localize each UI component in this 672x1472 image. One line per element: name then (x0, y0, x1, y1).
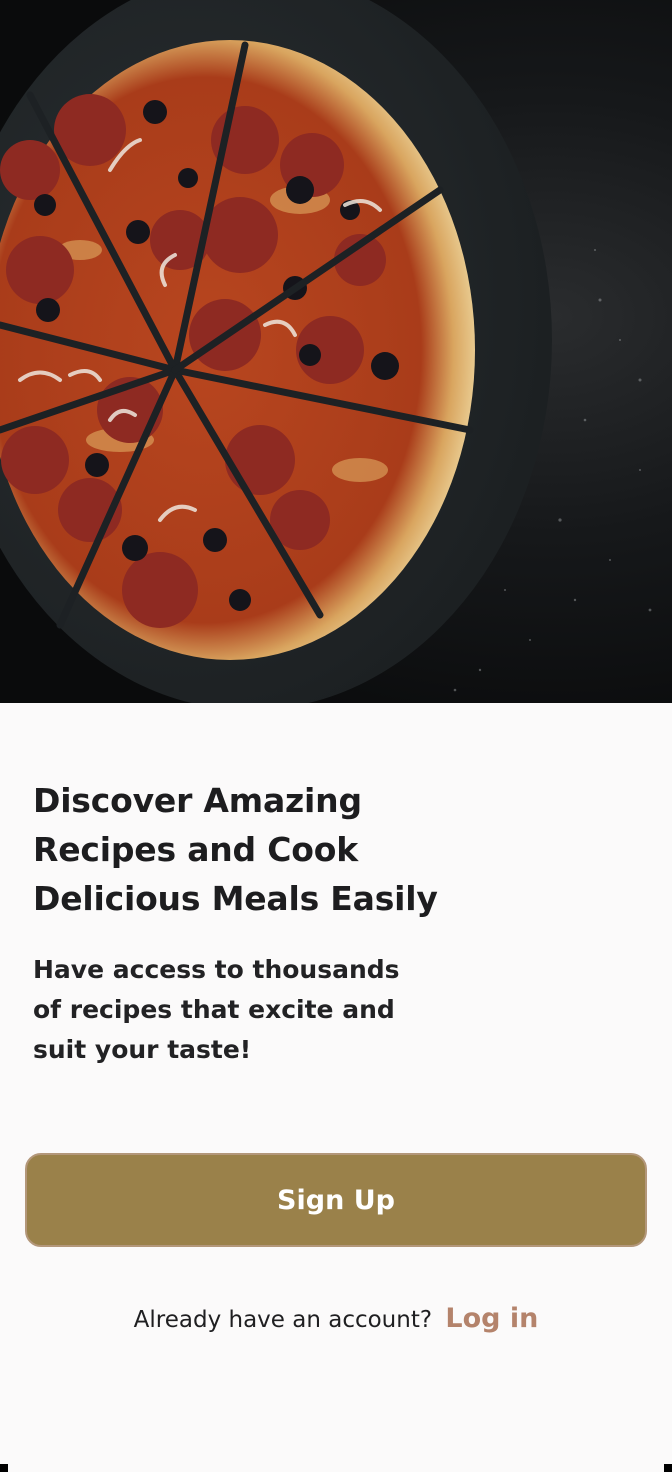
headline: Discover Amazing Recipes and Cook Delici… (33, 781, 438, 918)
sign-up-button-label: Sign Up (277, 1184, 395, 1216)
subtext: Have access to thousands of recipes that… (33, 955, 400, 1064)
login-prompt: Already have an account? (133, 1307, 433, 1333)
pizza-photo-icon (0, 0, 652, 703)
screen-corner-right (664, 1464, 672, 1472)
onboarding-screen: Discover Amazing Recipes and Cook Delici… (0, 0, 672, 1472)
sign-up-button[interactable]: Sign Up (25, 1153, 647, 1247)
login-link[interactable]: Log in (445, 1303, 538, 1334)
login-row: Already have an account? Log in (0, 1303, 672, 1334)
screen-corner-left (0, 1464, 8, 1472)
hero-image (0, 0, 672, 703)
